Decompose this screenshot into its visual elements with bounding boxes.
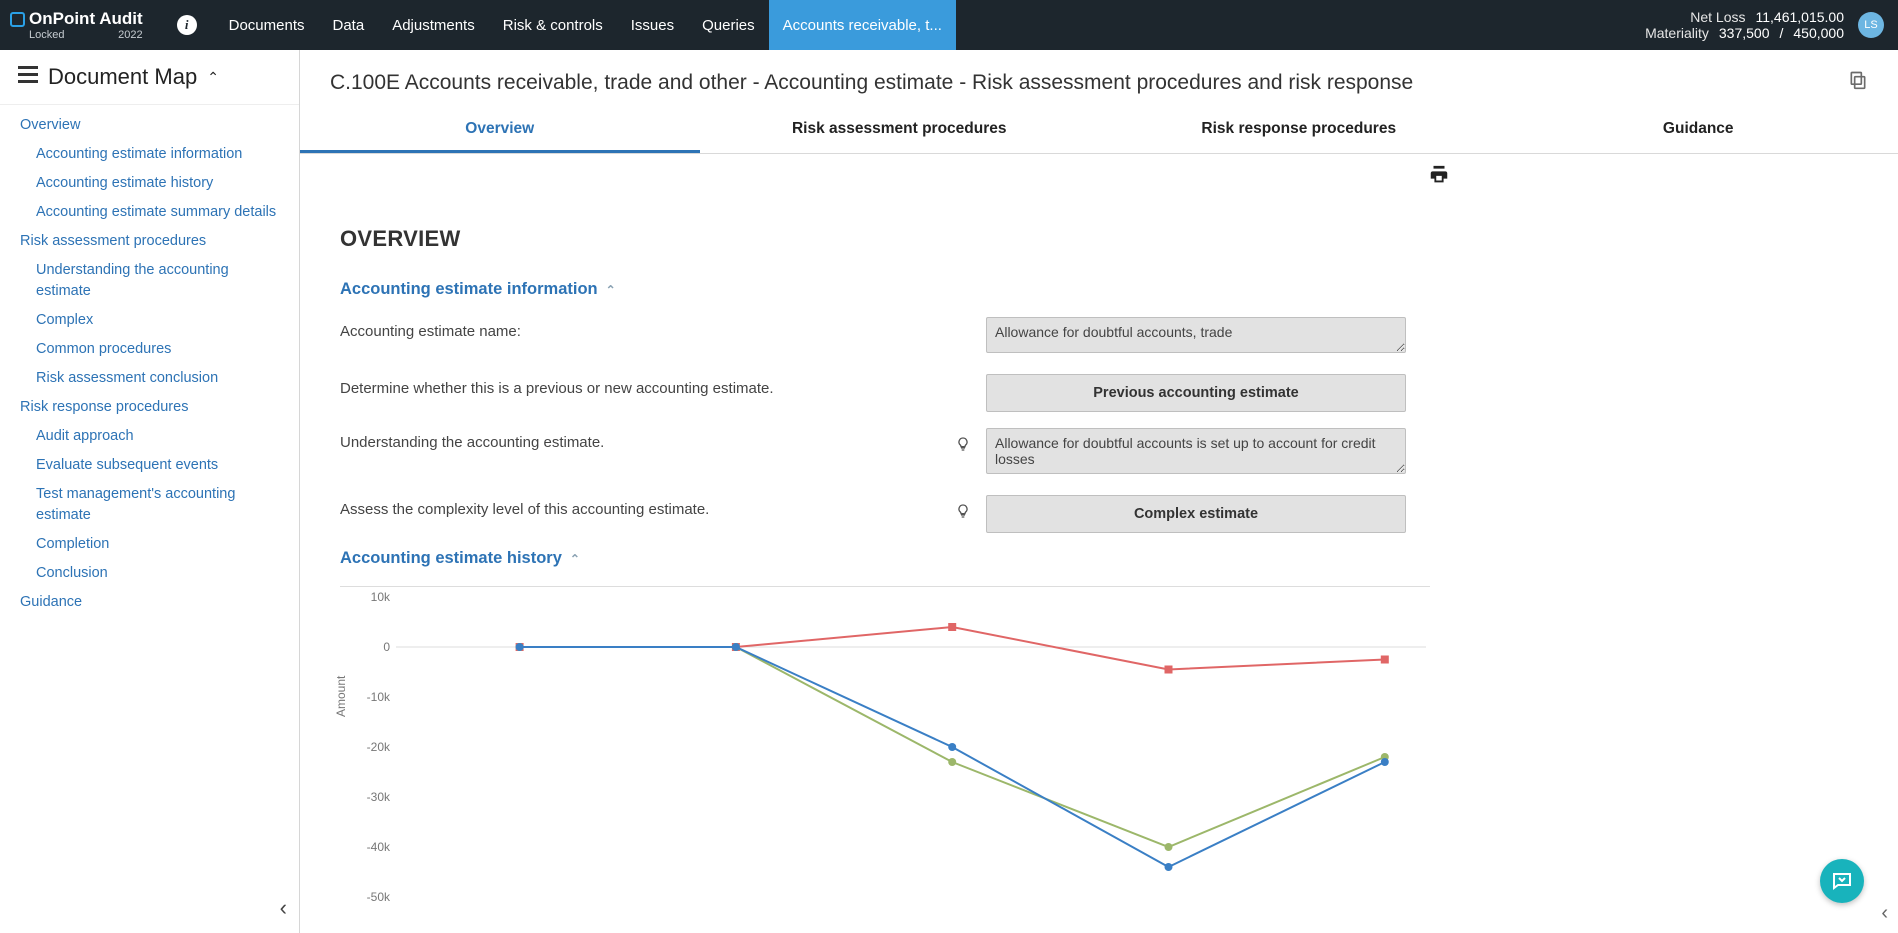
- sidebar-item-risk-assessment-conclusion[interactable]: Risk assessment conclusion: [0, 364, 299, 393]
- metric-materiality-v1: 337,500: [1719, 25, 1770, 41]
- y-tick: -20k: [340, 740, 390, 754]
- sidebar-item-accounting-estimate-summary-details[interactable]: Accounting estimate summary details: [0, 198, 299, 227]
- y-tick: 10k: [340, 590, 390, 604]
- brand-year: 2022: [118, 29, 142, 41]
- nav-accounts-receivable-t-[interactable]: Accounts receivable, t...: [769, 0, 956, 50]
- sidebar-item-understanding-the-accounting-estimate[interactable]: Understanding the accounting estimate: [0, 256, 299, 306]
- chart-svg: [396, 587, 1426, 907]
- label-complexity: Assess the complexity level of this acco…: [340, 495, 940, 518]
- bulb-icon[interactable]: [955, 501, 971, 526]
- history-chart: Amount 10k0-10k-20k-30k-40k-50k: [340, 586, 1760, 906]
- metric-netloss-value: 11,461,015.00: [1756, 9, 1845, 25]
- y-tick: -50k: [340, 890, 390, 904]
- page-title: C.100E Accounts receivable, trade and ot…: [330, 71, 1413, 95]
- select-prev-or-new[interactable]: Previous accounting estimate: [986, 374, 1406, 412]
- copy-icon[interactable]: [1848, 70, 1868, 96]
- section-title: Accounting estimate information: [340, 280, 598, 299]
- document-map-tree: OverviewAccounting estimate informationA…: [0, 105, 299, 933]
- list-icon: [18, 64, 38, 90]
- input-understanding[interactable]: [986, 428, 1406, 474]
- nav-data[interactable]: Data: [319, 0, 379, 50]
- brand-logo-icon: [10, 12, 25, 27]
- sidebar-item-risk-assessment-procedures[interactable]: Risk assessment procedures: [0, 227, 299, 256]
- help-fab[interactable]: [1820, 859, 1864, 903]
- document-map-title: Document Map: [48, 64, 197, 90]
- sidebar-item-complex[interactable]: Complex: [0, 306, 299, 335]
- nav-issues[interactable]: Issues: [617, 0, 688, 50]
- y-tick: -40k: [340, 840, 390, 854]
- sidebar-item-evaluate-subsequent-events[interactable]: Evaluate subsequent events: [0, 451, 299, 480]
- tab-risk-assessment-procedures[interactable]: Risk assessment procedures: [700, 108, 1100, 153]
- top-bar: OnPoint Audit Locked 2022 i DocumentsDat…: [0, 0, 1898, 50]
- section-title: Accounting estimate history: [340, 549, 562, 568]
- metric-netloss-label: Net Loss: [1690, 9, 1745, 25]
- info-icon[interactable]: i: [177, 15, 197, 35]
- sidebar-item-conclusion[interactable]: Conclusion: [0, 559, 299, 588]
- overview-heading: OVERVIEW: [340, 226, 1760, 252]
- nav-risk-controls[interactable]: Risk & controls: [489, 0, 617, 50]
- sidebar-item-audit-approach[interactable]: Audit approach: [0, 422, 299, 451]
- sidebar-item-accounting-estimate-history[interactable]: Accounting estimate history: [0, 169, 299, 198]
- input-estimate-name[interactable]: [986, 317, 1406, 353]
- tab-guidance[interactable]: Guidance: [1499, 108, 1898, 153]
- section-estimate-info[interactable]: Accounting estimate information ⌃: [340, 280, 1760, 299]
- sidebar: Document Map ⌃ OverviewAccounting estima…: [0, 50, 300, 933]
- chevron-up-icon: ⌃: [606, 283, 616, 297]
- nav-adjustments[interactable]: Adjustments: [378, 0, 489, 50]
- sidebar-item-guidance[interactable]: Guidance: [0, 588, 299, 617]
- metric-materiality-sep: /: [1780, 25, 1784, 41]
- sidebar-item-overview[interactable]: Overview: [0, 111, 299, 140]
- tab-risk-response-procedures[interactable]: Risk response procedures: [1099, 108, 1499, 153]
- sidebar-item-test-management-s-accounting-estimate[interactable]: Test management's accounting estimate: [0, 480, 299, 530]
- content-tabs: OverviewRisk assessment proceduresRisk r…: [300, 108, 1898, 154]
- collapse-sidebar-icon[interactable]: ‹: [280, 895, 287, 921]
- sidebar-item-completion[interactable]: Completion: [0, 530, 299, 559]
- nav-documents[interactable]: Documents: [215, 0, 319, 50]
- header-metrics: Net Loss 11,461,015.00 Materiality 337,5…: [1645, 9, 1844, 41]
- label-prev-or-new: Determine whether this is a previous or …: [340, 374, 940, 397]
- brand-name: OnPoint Audit: [29, 9, 143, 29]
- y-tick: -10k: [340, 690, 390, 704]
- expand-right-icon[interactable]: ‹: [1881, 902, 1888, 925]
- top-nav: DocumentsDataAdjustmentsRisk & controlsI…: [215, 0, 956, 50]
- metric-materiality-label: Materiality: [1645, 25, 1709, 41]
- tab-overview[interactable]: Overview: [300, 108, 700, 153]
- nav-queries[interactable]: Queries: [688, 0, 769, 50]
- select-complexity[interactable]: Complex estimate: [986, 495, 1406, 533]
- sidebar-item-common-procedures[interactable]: Common procedures: [0, 335, 299, 364]
- sidebar-item-risk-response-procedures[interactable]: Risk response procedures: [0, 393, 299, 422]
- brand-status: Locked: [29, 29, 64, 41]
- y-tick: 0: [340, 640, 390, 654]
- y-tick: -30k: [340, 790, 390, 804]
- main-panel: C.100E Accounts receivable, trade and ot…: [300, 50, 1898, 933]
- metric-materiality-v2: 450,000: [1793, 25, 1844, 41]
- section-estimate-history[interactable]: Accounting estimate history ⌃: [340, 549, 1760, 568]
- label-understanding: Understanding the accounting estimate.: [340, 428, 940, 451]
- label-estimate-name: Accounting estimate name:: [340, 317, 940, 340]
- document-map-header[interactable]: Document Map ⌃: [0, 50, 299, 105]
- sidebar-item-accounting-estimate-information[interactable]: Accounting estimate information: [0, 140, 299, 169]
- chevron-up-icon: ⌃: [570, 552, 580, 566]
- print-icon[interactable]: [1428, 164, 1450, 191]
- avatar[interactable]: LS: [1858, 12, 1884, 38]
- brand-block[interactable]: OnPoint Audit Locked 2022: [0, 0, 159, 50]
- bulb-icon[interactable]: [955, 434, 971, 459]
- chevron-up-icon: ⌃: [207, 69, 219, 86]
